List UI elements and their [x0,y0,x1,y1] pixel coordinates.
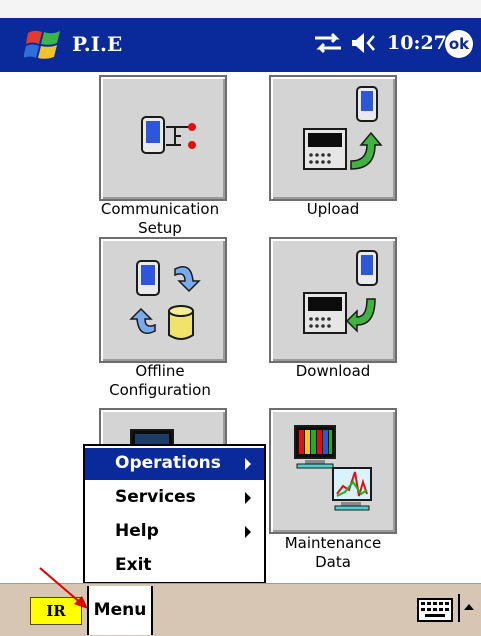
communication-setup-label: Communication Setup [70,200,250,238]
download-label-line1: Download [295,362,371,380]
communication-setup-tile[interactable] [99,75,227,201]
communication-setup-label-line2: Setup [138,219,182,237]
windows-start-icon[interactable] [24,25,64,65]
menu-item-exit[interactable]: Exit [85,550,264,582]
communication-setup-label-line1: Communication [100,200,220,218]
clock-time[interactable]: 10:27 [387,32,447,54]
offline-configuration-label: Offline Configuration [70,362,250,400]
offline-configuration-label-line1: Offline [135,362,185,380]
upload-icon [303,86,383,170]
menu-item-exit-label: Exit [115,555,152,575]
maintenance-data-label-line2: Data [315,553,351,571]
ok-button[interactable]: ok [445,30,473,58]
offline-configuration-tile[interactable] [99,237,227,363]
menu-item-operations[interactable]: Operations [85,448,264,480]
annotation-arrow [39,567,88,609]
submenu-arrow-icon [245,458,251,470]
menu-item-services[interactable]: Services [85,482,264,514]
submenu-arrow-icon [245,526,251,538]
volume-icon[interactable] [350,30,380,56]
upload-label-line1: Upload [306,200,360,218]
download-icon [303,250,378,334]
popup-menu: Operations Services Help Exit [83,444,266,584]
offline-configuration-label-line2: Configuration [109,381,211,399]
upload-label: Upload [243,200,423,219]
download-tile[interactable] [269,237,397,363]
offline-configuration-icon [129,260,201,340]
maintenance-data-label: Maintenance Data [243,534,423,572]
submenu-arrow-icon [245,492,251,504]
keyboard-icon[interactable] [415,594,457,626]
app-title: P.I.E [72,32,123,56]
communication-setup-icon [141,116,196,154]
maintenance-data-tile[interactable] [269,408,397,534]
top-strip [0,0,481,19]
menu-item-help[interactable]: Help [85,516,264,548]
maintenance-data-icon [294,425,372,511]
maintenance-data-label-line1: Maintenance [284,534,382,552]
menu-item-operations-label: Operations [115,453,221,473]
connectivity-icon[interactable] [312,30,344,56]
menu-item-services-label: Services [115,487,196,507]
upload-tile[interactable] [269,75,397,201]
download-label: Download [243,362,423,381]
input-panel-arrow-icon[interactable] [458,594,476,622]
menu-item-help-label: Help [115,521,159,541]
